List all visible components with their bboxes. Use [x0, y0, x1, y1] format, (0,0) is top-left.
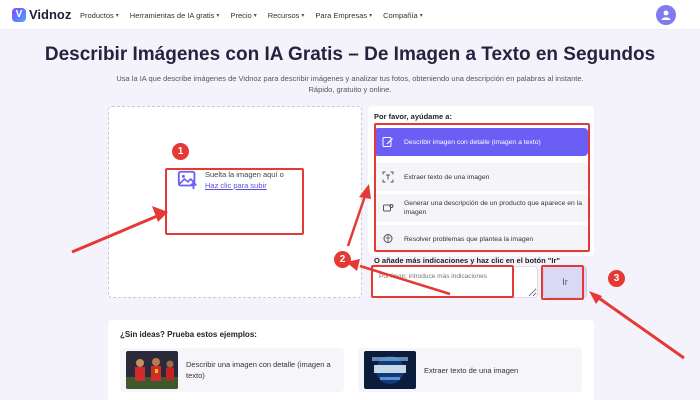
arrowhead-go [589, 291, 602, 304]
annotation-arrows [71, 184, 685, 360]
arrow-to-upload [71, 212, 163, 254]
arrow-to-go [595, 294, 685, 360]
arrow-to-prompt [359, 264, 451, 296]
arrowhead-options [359, 184, 371, 199]
arrowhead-upload [152, 206, 168, 222]
arrowhead-prompt [346, 259, 360, 271]
arrow-to-options [346, 189, 369, 247]
